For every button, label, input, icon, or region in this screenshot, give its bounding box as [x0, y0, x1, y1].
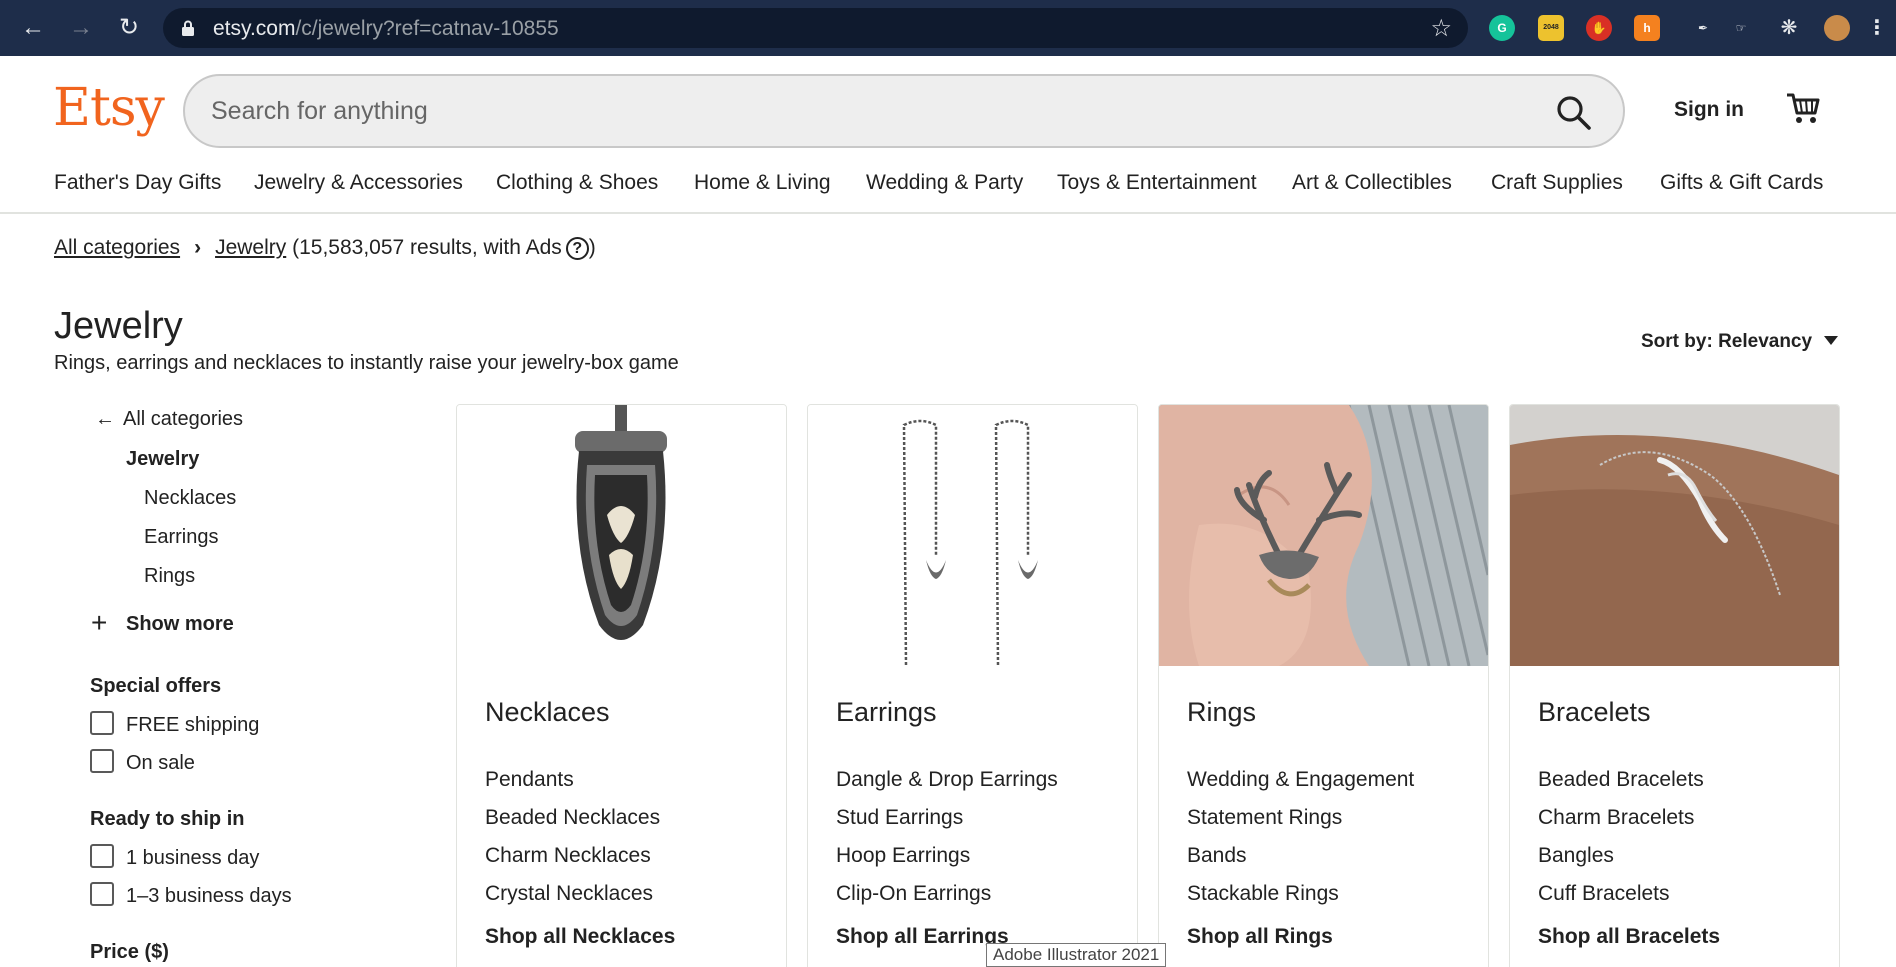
category-nav: Father's Day Gifts Jewelry & Accessories…: [0, 168, 1896, 214]
card-title[interactable]: Rings: [1187, 697, 1256, 728]
results-close-paren: ): [588, 236, 596, 259]
shopping-cart-icon[interactable]: [1785, 90, 1821, 126]
card-link[interactable]: Charm Bracelets: [1538, 806, 1694, 830]
card-link[interactable]: Stud Earrings: [836, 806, 963, 830]
card-title[interactable]: Earrings: [836, 697, 937, 728]
card-link[interactable]: Cuff Bracelets: [1538, 882, 1670, 906]
category-card-necklaces[interactable]: Necklaces Pendants Beaded Necklaces Char…: [456, 404, 787, 967]
arrow-left-icon[interactable]: ←: [95, 408, 115, 431]
forward-arrow-icon[interactable]: →: [66, 13, 96, 43]
grammarly-extension-icon[interactable]: G: [1489, 15, 1515, 41]
catnav-clothing-shoes[interactable]: Clothing & Shoes: [496, 171, 658, 195]
catnav-gifts-gift-cards[interactable]: Gifts & Gift Cards: [1660, 171, 1823, 195]
one-business-day-label[interactable]: 1 business day: [126, 847, 259, 870]
help-icon[interactable]: ?: [565, 237, 589, 260]
puzzle-extensions-icon[interactable]: ❋: [1776, 15, 1802, 41]
card-link[interactable]: Stackable Rings: [1187, 882, 1339, 906]
more-menu-icon[interactable]: ⋮: [1864, 15, 1890, 41]
card-link[interactable]: Wedding & Engagement: [1187, 768, 1414, 792]
catnav-toys-entertainment[interactable]: Toys & Entertainment: [1057, 171, 1257, 195]
card-link[interactable]: Pendants: [485, 768, 574, 792]
page-subtitle: Rings, earrings and necklaces to instant…: [54, 352, 679, 374]
reload-icon[interactable]: ↻: [114, 13, 144, 43]
category-card-earrings[interactable]: Earrings Dangle & Drop Earrings Stud Ear…: [807, 404, 1138, 967]
show-more-button[interactable]: Show more: [126, 613, 234, 636]
shop-all-link[interactable]: Shop all Bracelets: [1538, 925, 1720, 949]
profile-avatar[interactable]: [1824, 15, 1850, 41]
search-icon[interactable]: [1555, 94, 1593, 132]
card-link[interactable]: Bangles: [1538, 844, 1614, 868]
etsy-logo[interactable]: Etsy: [53, 78, 165, 138]
shop-all-link[interactable]: Shop all Earrings: [836, 925, 1009, 949]
breadcrumb-separator: ›: [194, 236, 202, 259]
pen-extension-icon[interactable]: ✒: [1690, 15, 1716, 41]
catnav-fathers-day-gifts[interactable]: Father's Day Gifts: [54, 171, 221, 195]
free-shipping-checkbox[interactable]: [90, 711, 114, 735]
one-three-business-days-checkbox[interactable]: [90, 882, 114, 906]
lock-icon: [182, 20, 194, 36]
necklace-pendant-image[interactable]: [457, 405, 786, 666]
card-link[interactable]: Crystal Necklaces: [485, 882, 653, 906]
sidebar-item-necklaces[interactable]: Necklaces: [144, 487, 236, 510]
bookmark-star-icon[interactable]: ☆: [1430, 14, 1452, 43]
stop-hand-extension-icon[interactable]: ✋: [1586, 15, 1612, 41]
card-link[interactable]: Clip-On Earrings: [836, 882, 991, 906]
catnav-home-living[interactable]: Home & Living: [694, 171, 831, 195]
catnav-craft-supplies[interactable]: Craft Supplies: [1491, 171, 1623, 195]
price-heading: Price ($): [90, 941, 169, 963]
card-link[interactable]: Statement Rings: [1187, 806, 1342, 830]
one-business-day-checkbox[interactable]: [90, 844, 114, 868]
catnav-art-collectibles[interactable]: Art & Collectibles: [1292, 171, 1452, 195]
sidebar-all-categories[interactable]: All categories: [123, 408, 243, 431]
card-title[interactable]: Bracelets: [1538, 697, 1651, 728]
plus-icon[interactable]: +: [91, 609, 107, 637]
search-bar: [183, 74, 1625, 148]
ready-to-ship-heading: Ready to ship in: [90, 808, 245, 830]
on-sale-checkbox[interactable]: [90, 749, 114, 773]
shop-all-link[interactable]: Shop all Rings: [1187, 925, 1333, 949]
card-link[interactable]: Hoop Earrings: [836, 844, 970, 868]
sidebar-current-jewelry[interactable]: Jewelry: [126, 448, 199, 471]
on-sale-label[interactable]: On sale: [126, 752, 195, 775]
page-title: Jewelry: [54, 305, 183, 347]
sort-dropdown[interactable]: Sort by: Relevancy: [1641, 331, 1839, 353]
browser-toolbar: ← → ↻ etsy.com/c/jewelry?ref=catnav-1085…: [0, 0, 1896, 56]
game-2048-extension-icon[interactable]: 2048: [1538, 15, 1564, 41]
catnav-jewelry-accessories[interactable]: Jewelry & Accessories: [254, 171, 463, 195]
sort-label: Sort by:: [1641, 331, 1713, 352]
name-bracelet-image[interactable]: [1510, 405, 1839, 666]
results-count: (15,583,057 results, with Ads: [292, 236, 562, 259]
caret-down-icon: [1824, 336, 1839, 345]
antler-ring-image[interactable]: [1159, 405, 1488, 666]
breadcrumb-all-categories[interactable]: All categories: [54, 236, 180, 259]
free-shipping-label[interactable]: FREE shipping: [126, 714, 259, 737]
url-text: etsy.com/c/jewelry?ref=catnav-10855: [213, 17, 559, 40]
sidebar-item-rings[interactable]: Rings: [144, 565, 195, 588]
card-link[interactable]: Bands: [1187, 844, 1247, 868]
special-offers-heading: Special offers: [90, 675, 222, 697]
card-link[interactable]: Beaded Bracelets: [1538, 768, 1704, 792]
shop-all-link[interactable]: Shop all Necklaces: [485, 925, 675, 949]
category-card-bracelets[interactable]: Bracelets Beaded Bracelets Charm Bracele…: [1509, 404, 1840, 967]
sidebar-item-earrings[interactable]: Earrings: [144, 526, 218, 549]
search-input[interactable]: [211, 90, 1511, 132]
sort-value: Relevancy: [1718, 331, 1813, 352]
card-link[interactable]: Dangle & Drop Earrings: [836, 768, 1058, 792]
back-arrow-icon[interactable]: ←: [18, 13, 48, 43]
catnav-wedding-party[interactable]: Wedding & Party: [866, 171, 1023, 195]
breadcrumb-jewelry[interactable]: Jewelry: [215, 236, 286, 259]
card-title[interactable]: Necklaces: [485, 697, 610, 728]
breadcrumb: All categories › Jewelry (15,583,057 resul…: [54, 236, 596, 260]
hand-extension-icon[interactable]: ☞: [1728, 15, 1754, 41]
sign-in-link[interactable]: Sign in: [1674, 98, 1744, 122]
category-card-rings[interactable]: Rings Wedding & Engagement Statement Rin…: [1158, 404, 1489, 967]
one-three-business-days-label[interactable]: 1–3 business days: [126, 885, 292, 908]
taskbar-tooltip: Adobe Illustrator 2021: [986, 943, 1167, 967]
card-link[interactable]: Charm Necklaces: [485, 844, 651, 868]
address-bar[interactable]: etsy.com/c/jewelry?ref=catnav-10855 ☆: [163, 8, 1468, 48]
honey-extension-icon[interactable]: h: [1634, 15, 1660, 41]
card-link[interactable]: Beaded Necklaces: [485, 806, 660, 830]
earrings-image[interactable]: [808, 405, 1137, 666]
